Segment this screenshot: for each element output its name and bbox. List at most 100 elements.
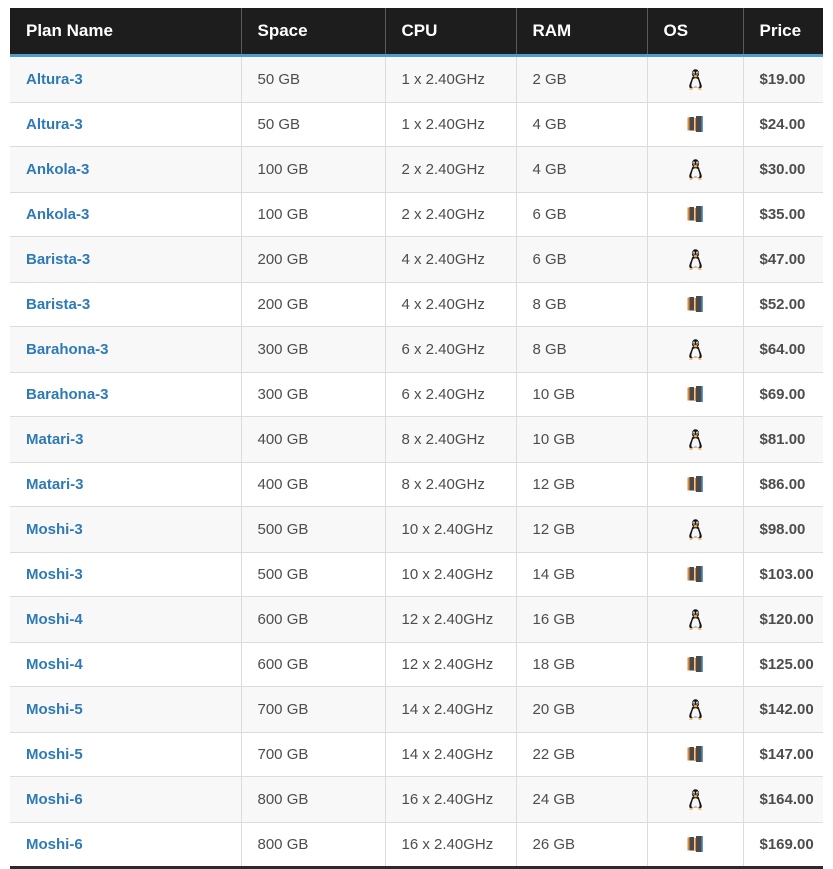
cell-cpu: 8 x 2.40GHz: [385, 416, 517, 463]
cell-space: 600 GB: [241, 596, 386, 643]
plan-name-link[interactable]: Moshi-6: [26, 791, 83, 808]
plan-name-link[interactable]: Altura-3: [26, 116, 83, 133]
column-header-ram[interactable]: RAM: [516, 8, 648, 57]
column-header-os[interactable]: OS: [647, 8, 744, 57]
cell-space: 500 GB: [241, 506, 386, 553]
cell-ram: 10 GB: [516, 372, 648, 417]
cell-cpu: 14 x 2.40GHz: [385, 732, 517, 777]
windows-logo-icon: [687, 655, 704, 674]
cell-plan-name: Moshi-6: [10, 822, 242, 868]
cell-ram: 4 GB: [516, 102, 648, 147]
table-row[interactable]: Barahona-3 300 GB 6 x 2.40GHz 10 GB $69.00: [10, 372, 823, 417]
windows-logo-icon: [687, 745, 704, 764]
table-row[interactable]: Ankola-3 100 GB 2 x 2.40GHz 4 GB $30.00: [10, 146, 823, 193]
cell-price: $164.00: [743, 776, 823, 823]
plan-name-link[interactable]: Moshi-3: [26, 566, 83, 583]
cell-plan-name: Moshi-5: [10, 732, 242, 777]
plan-name-link[interactable]: Moshi-3: [26, 521, 83, 538]
plan-name-link[interactable]: Moshi-4: [26, 611, 83, 628]
cell-price: $142.00: [743, 686, 823, 733]
cell-price: $169.00: [743, 822, 823, 868]
cell-plan-name: Matari-3: [10, 416, 242, 463]
cell-space: 300 GB: [241, 326, 386, 373]
table-row[interactable]: Moshi-3 500 GB 10 x 2.40GHz 12 GB $98.00: [10, 506, 823, 553]
cell-price: $64.00: [743, 326, 823, 373]
cell-os: [647, 236, 744, 283]
table-row[interactable]: Barista-3 200 GB 4 x 2.40GHz 6 GB $47.00: [10, 236, 823, 283]
table-row[interactable]: Ankola-3 100 GB 2 x 2.40GHz 6 GB $35.00: [10, 192, 823, 237]
plan-name-link[interactable]: Moshi-6: [26, 836, 83, 853]
cell-space: 100 GB: [241, 192, 386, 237]
cell-cpu: 4 x 2.40GHz: [385, 282, 517, 327]
cell-os: [647, 192, 744, 237]
cell-plan-name: Moshi-3: [10, 506, 242, 553]
plan-name-link[interactable]: Barista-3: [26, 251, 90, 268]
table-row[interactable]: Matari-3 400 GB 8 x 2.40GHz 10 GB $81.00: [10, 416, 823, 463]
table-row[interactable]: Moshi-5 700 GB 14 x 2.40GHz 22 GB $147.00: [10, 732, 823, 777]
cell-price: $47.00: [743, 236, 823, 283]
cell-space: 50 GB: [241, 55, 386, 103]
cell-os: [647, 506, 744, 553]
cell-plan-name: Barahona-3: [10, 326, 242, 373]
table-row[interactable]: Moshi-4 600 GB 12 x 2.40GHz 18 GB $125.00: [10, 642, 823, 687]
cell-price: $147.00: [743, 732, 823, 777]
cell-plan-name: Barahona-3: [10, 372, 242, 417]
cell-price: $81.00: [743, 416, 823, 463]
cell-price: $52.00: [743, 282, 823, 327]
cell-ram: 6 GB: [516, 192, 648, 237]
cell-price: $30.00: [743, 146, 823, 193]
cell-space: 700 GB: [241, 732, 386, 777]
cell-space: 200 GB: [241, 236, 386, 283]
plan-name-link[interactable]: Ankola-3: [26, 161, 89, 178]
plan-name-link[interactable]: Barista-3: [26, 296, 90, 313]
windows-logo-icon: [687, 115, 704, 134]
cell-os: [647, 146, 744, 193]
cell-os: [647, 416, 744, 463]
cell-space: 600 GB: [241, 642, 386, 687]
column-header-cpu[interactable]: CPU: [385, 8, 517, 57]
table-row[interactable]: Moshi-6 800 GB 16 x 2.40GHz 26 GB $169.00: [10, 822, 823, 868]
plan-name-link[interactable]: Barahona-3: [26, 341, 109, 358]
table-row[interactable]: Moshi-6 800 GB 16 x 2.40GHz 24 GB $164.00: [10, 776, 823, 823]
column-header-space[interactable]: Space: [241, 8, 386, 57]
cell-ram: 12 GB: [516, 462, 648, 507]
cell-price: $69.00: [743, 372, 823, 417]
table-row[interactable]: Moshi-3 500 GB 10 x 2.40GHz 14 GB $103.00: [10, 552, 823, 597]
plan-name-link[interactable]: Barahona-3: [26, 386, 109, 403]
linux-penguin-icon: [687, 429, 704, 450]
cell-ram: 6 GB: [516, 236, 648, 283]
cell-space: 400 GB: [241, 462, 386, 507]
table-row[interactable]: Barahona-3 300 GB 6 x 2.40GHz 8 GB $64.00: [10, 326, 823, 373]
cell-plan-name: Ankola-3: [10, 192, 242, 237]
cell-space: 500 GB: [241, 552, 386, 597]
cell-cpu: 12 x 2.40GHz: [385, 596, 517, 643]
table-header-row: Plan Name Space CPU RAM OS Price: [10, 8, 823, 57]
plan-name-link[interactable]: Ankola-3: [26, 206, 89, 223]
table-row[interactable]: Altura-3 50 GB 1 x 2.40GHz 2 GB $19.00: [10, 55, 823, 103]
cell-cpu: 6 x 2.40GHz: [385, 372, 517, 417]
cell-os: [647, 326, 744, 373]
cell-cpu: 2 x 2.40GHz: [385, 146, 517, 193]
cell-price: $103.00: [743, 552, 823, 597]
cell-ram: 16 GB: [516, 596, 648, 643]
cell-plan-name: Barista-3: [10, 282, 242, 327]
table-row[interactable]: Barista-3 200 GB 4 x 2.40GHz 8 GB $52.00: [10, 282, 823, 327]
plan-name-link[interactable]: Matari-3: [26, 476, 84, 493]
plan-name-link[interactable]: Moshi-5: [26, 701, 83, 718]
cell-cpu: 14 x 2.40GHz: [385, 686, 517, 733]
cell-cpu: 6 x 2.40GHz: [385, 326, 517, 373]
column-header-plan-name[interactable]: Plan Name: [10, 8, 242, 57]
cell-ram: 8 GB: [516, 326, 648, 373]
plan-name-link[interactable]: Moshi-5: [26, 746, 83, 763]
cell-price: $19.00: [743, 55, 823, 103]
plan-name-link[interactable]: Matari-3: [26, 431, 84, 448]
column-header-price[interactable]: Price: [743, 8, 823, 57]
plan-name-link[interactable]: Moshi-4: [26, 656, 83, 673]
table-row[interactable]: Altura-3 50 GB 1 x 2.40GHz 4 GB $24.00: [10, 102, 823, 147]
table-body: Altura-3 50 GB 1 x 2.40GHz 2 GB $19.00 Altura…: [10, 55, 823, 868]
table-row[interactable]: Moshi-5 700 GB 14 x 2.40GHz 20 GB $142.00: [10, 686, 823, 733]
table-row[interactable]: Matari-3 400 GB 8 x 2.40GHz 12 GB $86.00: [10, 462, 823, 507]
cell-plan-name: Moshi-4: [10, 596, 242, 643]
table-row[interactable]: Moshi-4 600 GB 12 x 2.40GHz 16 GB $120.00: [10, 596, 823, 643]
plan-name-link[interactable]: Altura-3: [26, 71, 83, 88]
